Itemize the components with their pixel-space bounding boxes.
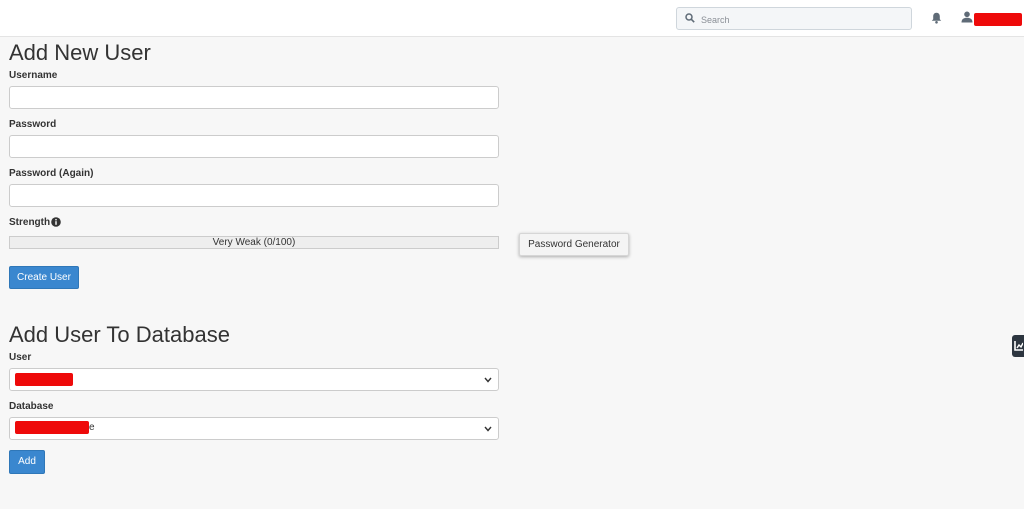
username-label: Username [9,70,58,81]
redacted-user-value [15,373,73,386]
chevron-down-icon [484,426,492,432]
database-value-visible-part: e [89,422,95,433]
password-again-label: Password (Again) [9,168,94,179]
side-panel-toggle[interactable] [1012,335,1024,357]
strength-label: Strength [9,217,51,228]
database-select-label: Database [9,401,54,412]
password-strength-meter: Very Weak (0/100) [9,236,499,249]
bell-icon[interactable] [931,12,942,24]
user-icon[interactable] [961,11,973,23]
info-icon[interactable] [51,217,61,227]
password-label: Password [9,119,57,130]
username-input[interactable] [9,86,499,109]
password-again-input[interactable] [9,184,499,207]
redacted-username[interactable] [974,13,1022,26]
password-generator-button[interactable]: Password Generator [519,233,629,256]
password-input[interactable] [9,135,499,158]
chevron-down-icon [484,377,492,383]
database-select[interactable]: e [9,417,499,440]
user-select-label: User [9,352,32,363]
user-select[interactable] [9,368,499,391]
top-bar [0,0,1024,37]
chart-icon [1014,341,1023,351]
add-button[interactable]: Add [9,450,45,474]
section-title-add-user-to-database: Add User To Database [9,322,230,347]
create-user-button[interactable]: Create User [9,266,79,289]
next-section-heading [9,500,119,509]
cut-heading-fragment [9,500,109,509]
strength-text: Very Weak (0/100) [212,237,296,248]
search-input[interactable] [699,10,903,29]
search-icon [685,13,695,23]
page-title: Add New User [9,40,151,65]
search-box[interactable] [676,7,912,30]
redacted-database-value [15,421,89,434]
